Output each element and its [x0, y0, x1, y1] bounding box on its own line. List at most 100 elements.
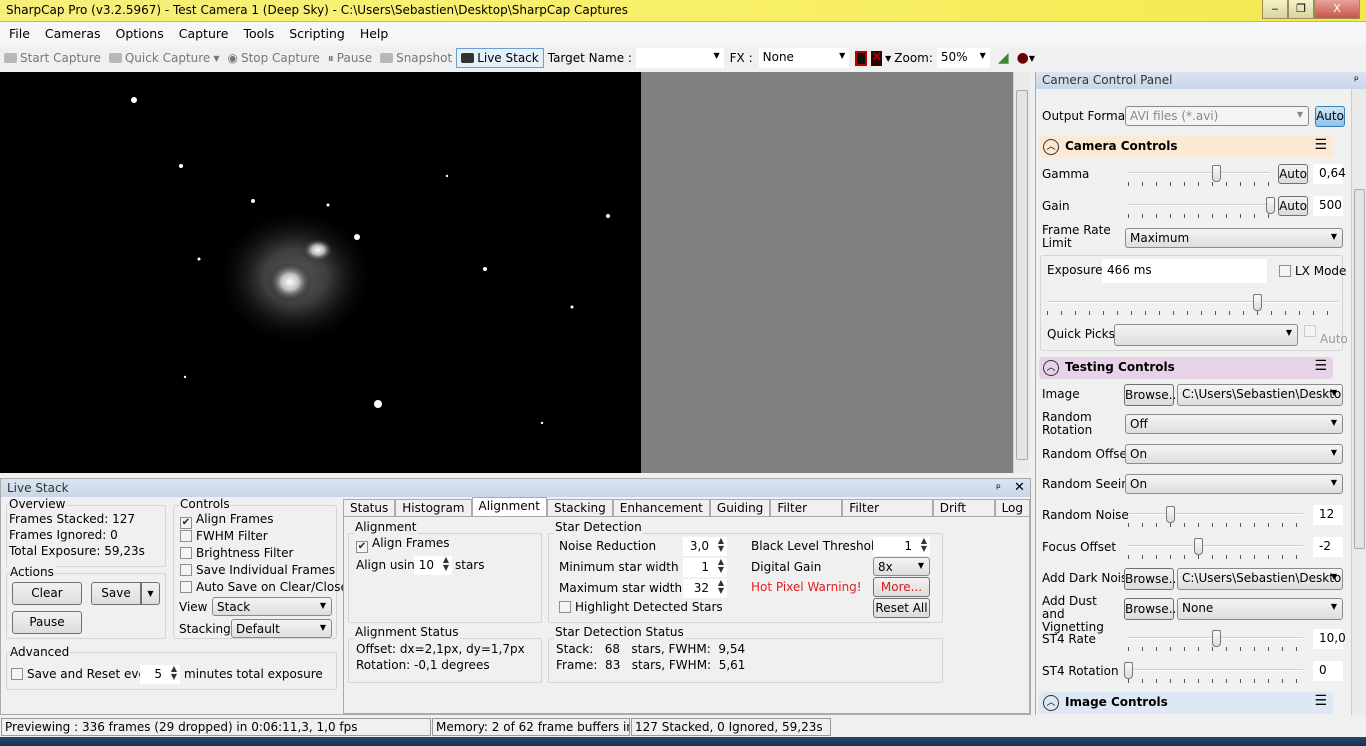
collapse-icon[interactable]: ︿ — [1043, 360, 1059, 376]
stacking-select[interactable]: Default ▼ — [231, 619, 332, 638]
slider-thumb[interactable] — [1266, 197, 1275, 214]
random-noise-slider[interactable] — [1128, 506, 1303, 528]
close-button[interactable]: X — [1314, 0, 1360, 19]
restore-button[interactable]: ❐ — [1288, 0, 1314, 19]
dark-noise-select[interactable]: C:\Users\Sebastien\Deskto... ▼ — [1177, 568, 1343, 590]
close-icon[interactable]: ✕ — [1014, 480, 1025, 495]
output-format-select[interactable]: AVI files (*.avi) ▼ — [1125, 106, 1309, 126]
menu-scripting[interactable]: Scripting — [280, 22, 351, 41]
more-button[interactable]: More... — [873, 577, 930, 597]
crosshair-icon[interactable]: ✕ — [871, 50, 883, 66]
random-rotation-select[interactable]: Off ▼ — [1125, 414, 1343, 434]
slider-thumb[interactable] — [1124, 662, 1133, 679]
menu-capture[interactable]: Capture — [170, 22, 235, 41]
menu-file[interactable]: File — [0, 22, 36, 41]
menu-cameras[interactable]: Cameras — [36, 22, 107, 41]
st4-rotation-value[interactable]: 0 — [1313, 661, 1343, 681]
slider-thumb[interactable] — [1211, 630, 1221, 647]
min-star-width-stepper[interactable]: 1 ▲ ▼ — [683, 558, 727, 577]
slider-thumb[interactable] — [1166, 506, 1175, 523]
highlight-stars-checkbox[interactable]: Highlight Detected Stars — [559, 600, 723, 614]
magnifier-icon[interactable]: ● — [1017, 50, 1029, 66]
black-level-stepper[interactable]: 1 ▲ ▼ — [873, 537, 930, 556]
live-stack-button[interactable]: Live Stack — [456, 48, 544, 68]
pause-button[interactable]: ⏸ Pause — [324, 51, 376, 66]
snapshot-button[interactable]: Snapshot — [376, 51, 456, 65]
quick-capture-button[interactable]: Quick Capture ▼ — [105, 51, 224, 65]
view-select[interactable]: Stack ▼ — [212, 597, 332, 616]
focus-offset-slider[interactable] — [1128, 538, 1303, 560]
focus-offset-value[interactable]: -2 — [1313, 537, 1343, 557]
save-dropdown-icon[interactable]: ▼ — [141, 582, 160, 605]
align-frames-checkbox[interactable]: ✔ Align Frames — [180, 512, 274, 529]
dust-browse-button[interactable]: Browse... — [1124, 598, 1180, 620]
start-capture-button[interactable]: Start Capture — [0, 51, 105, 65]
menu-options[interactable]: Options — [107, 22, 170, 41]
st4-rate-slider[interactable] — [1128, 630, 1303, 652]
scrollbar-thumb[interactable] — [1016, 90, 1028, 460]
frame-rate-select[interactable]: Maximum ▼ — [1125, 228, 1343, 248]
fwhm-filter-checkbox[interactable]: FWHM Filter — [180, 529, 268, 543]
gain-auto-button[interactable]: Auto — [1278, 196, 1308, 216]
collapse-icon[interactable]: ︿ — [1043, 695, 1059, 711]
scrollbar-thumb[interactable] — [1354, 189, 1365, 549]
reticle-icon[interactable] — [855, 50, 868, 66]
testing-controls-header[interactable]: ︿ Testing Controls ☰ — [1039, 357, 1333, 379]
save-individual-checkbox[interactable]: Save Individual Frames — [180, 563, 335, 577]
camera-controls-header[interactable]: ︿ Camera Controls ☰ — [1039, 136, 1333, 158]
exposure-input[interactable]: 466 ms — [1102, 259, 1267, 283]
image-vertical-scrollbar[interactable] — [1013, 72, 1030, 473]
noise-reduction-stepper[interactable]: 3,0 ▲ ▼ — [683, 537, 727, 556]
minimize-button[interactable]: ‒ — [1262, 0, 1288, 19]
image-controls-header[interactable]: ︿ Image Controls ☰ — [1039, 692, 1333, 714]
auto-save-checkbox[interactable]: Auto Save on Clear/Close — [180, 580, 348, 594]
pause-stack-button[interactable]: Pause — [12, 611, 82, 634]
save-reset-checkbox[interactable]: Save and Reset every — [11, 667, 158, 681]
fx-select[interactable]: None ▼ — [758, 48, 850, 68]
menu-icon[interactable]: ☰ — [1314, 693, 1327, 709]
histogram-icon[interactable]: ◢ — [998, 50, 1009, 66]
menu-icon[interactable]: ☰ — [1314, 358, 1327, 374]
chevron-down-icon[interactable]: ▼ — [1029, 54, 1035, 63]
pin-icon[interactable]: ᵖ — [1354, 73, 1359, 87]
zoom-select[interactable]: 50% ▼ — [936, 48, 990, 68]
output-format-auto-button[interactable]: Auto — [1315, 106, 1345, 127]
random-seeing-select[interactable]: On ▼ — [1125, 474, 1343, 494]
st4-rotation-slider[interactable] — [1124, 662, 1303, 684]
menu-tools[interactable]: Tools — [234, 22, 280, 41]
save-button[interactable]: Save — [91, 582, 141, 605]
max-star-width-stepper[interactable]: 32 ▲ ▼ — [683, 579, 727, 598]
gain-slider[interactable] — [1128, 197, 1275, 219]
gain-value[interactable]: 500 — [1313, 196, 1343, 216]
image-path-select[interactable]: C:\Users\Sebastien\Deskto... ▼ — [1177, 384, 1343, 406]
exposure-slider[interactable] — [1047, 294, 1339, 316]
random-noise-value[interactable]: 12 — [1313, 505, 1343, 525]
alignment-align-frames-checkbox[interactable]: ✔ Align Frames — [356, 536, 450, 553]
slider-thumb[interactable] — [1194, 538, 1203, 555]
clear-button[interactable]: Clear — [12, 582, 82, 605]
gamma-auto-button[interactable]: Auto — [1278, 164, 1308, 184]
panel-scrollbar[interactable] — [1351, 89, 1366, 715]
align-stars-stepper[interactable]: 10 ▲ ▼ — [414, 556, 452, 575]
chevron-down-icon[interactable]: ▼ — [882, 54, 894, 63]
reset-all-button[interactable]: Reset All — [873, 598, 930, 618]
st4-rate-value[interactable]: 10,0 — [1313, 629, 1346, 649]
digital-gain-select[interactable]: 8x ▼ — [873, 557, 930, 576]
dark-noise-browse-button[interactable]: Browse... — [1124, 568, 1180, 590]
menu-help[interactable]: Help — [351, 22, 395, 41]
random-offset-select[interactable]: On ▼ — [1125, 444, 1343, 464]
gamma-slider[interactable] — [1128, 165, 1270, 187]
stop-capture-button[interactable]: ◉ Stop Capture — [223, 51, 323, 65]
lx-mode-checkbox[interactable]: LX Mode — [1279, 264, 1346, 278]
target-name-input[interactable]: ▼ — [635, 48, 724, 68]
slider-thumb[interactable] — [1253, 294, 1263, 311]
gamma-value[interactable]: 0,64 — [1313, 164, 1346, 184]
quick-picks-auto-checkbox[interactable]: Auto — [1304, 324, 1348, 346]
slider-thumb[interactable] — [1212, 165, 1222, 182]
pin-icon[interactable]: ᵖ — [996, 481, 1001, 495]
image-browse-button[interactable]: Browse... — [1124, 384, 1180, 406]
menu-icon[interactable]: ☰ — [1314, 137, 1327, 153]
collapse-icon[interactable]: ︿ — [1043, 139, 1059, 155]
camera-image[interactable] — [0, 72, 641, 473]
dust-select[interactable]: None ▼ — [1177, 598, 1343, 620]
